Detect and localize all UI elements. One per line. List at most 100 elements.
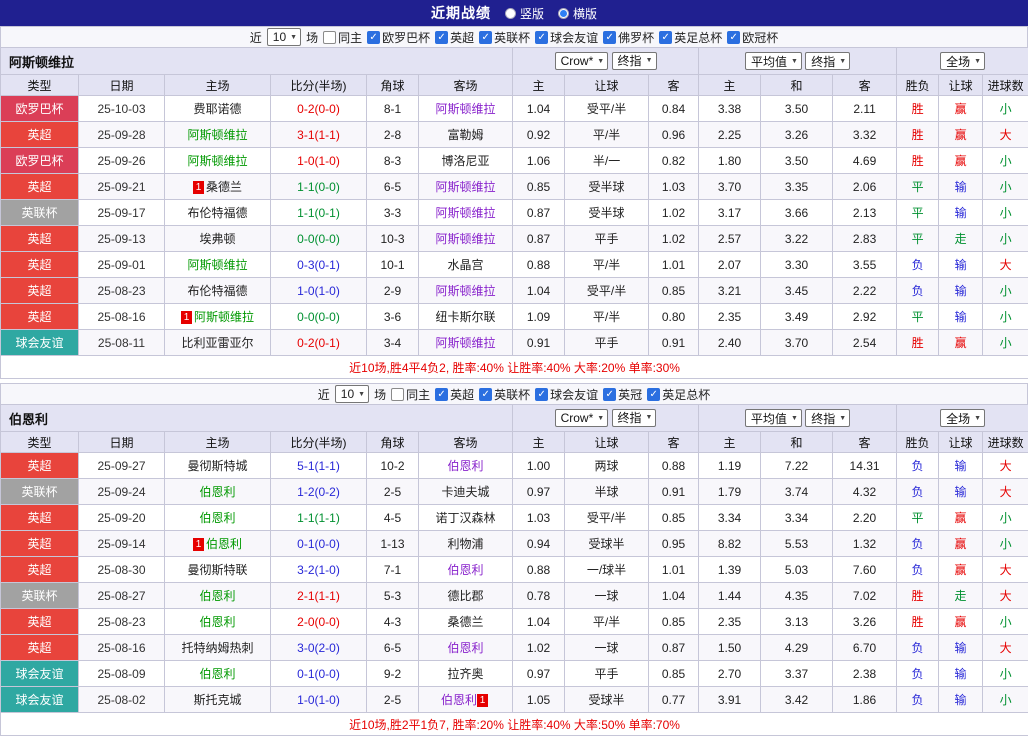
home-team-name[interactable]: 伯恩利 [165, 479, 271, 505]
match-score[interactable]: 0-1(0-0) [271, 661, 367, 687]
away-team-name[interactable]: 阿斯顿维拉 [419, 200, 513, 226]
away-team-name[interactable]: 纽卡斯尔联 [419, 304, 513, 330]
home-team-name[interactable]: 费耶诺德 [165, 96, 271, 122]
odds-time-select[interactable]: 终指▼ [612, 52, 657, 70]
match-score[interactable]: 2-0(0-0) [271, 609, 367, 635]
match-score[interactable]: 1-1(0-1) [271, 200, 367, 226]
result-winloss: 负 [897, 635, 939, 661]
home-team-name[interactable]: 伯恩利 [165, 661, 271, 687]
league-filter-checkbox[interactable]: ✓英联杯 [479, 29, 530, 46]
recent-count-select[interactable]: 10 ▼ [267, 28, 301, 46]
result-handicap: 输 [939, 687, 983, 713]
layout-radio-vertical[interactable]: 竖版 [505, 5, 544, 22]
result-goals: 大 [983, 583, 1028, 609]
chevron-down-icon: ▼ [791, 415, 798, 422]
europe-time-select[interactable]: 终指▼ [805, 52, 850, 70]
home-team-name[interactable]: 1伯恩利 [165, 531, 271, 557]
league-filter-checkbox[interactable]: ✓英超 [435, 29, 474, 46]
match-score[interactable]: 1-0(1-0) [271, 148, 367, 174]
away-team-name[interactable]: 阿斯顿维拉 [419, 174, 513, 200]
away-team-name[interactable]: 桑德兰 [419, 609, 513, 635]
layout-radio-horizontal[interactable]: 横版 [558, 5, 597, 22]
home-team-name[interactable]: 埃弗顿 [165, 226, 271, 252]
away-team-name[interactable]: 伯恩利 [419, 453, 513, 479]
home-team-name[interactable]: 托特纳姆热刺 [165, 635, 271, 661]
home-team-name[interactable]: 伯恩利 [165, 505, 271, 531]
average-select[interactable]: 平均值▼ [745, 409, 802, 427]
match-score[interactable]: 3-1(1-1) [271, 122, 367, 148]
team-name-text: 斯托克城 [193, 693, 241, 707]
same-home-checkbox[interactable]: 同主 [391, 386, 430, 403]
home-team-name[interactable]: 阿斯顿维拉 [165, 122, 271, 148]
home-team-name[interactable]: 布伦特福德 [165, 278, 271, 304]
scope-select[interactable]: 全场▼ [940, 409, 985, 427]
match-score[interactable]: 0-2(0-1) [271, 330, 367, 356]
away-team-name[interactable]: 富勒姆 [419, 122, 513, 148]
match-score[interactable]: 0-0(0-0) [271, 304, 367, 330]
home-team-name[interactable]: 斯托克城 [165, 687, 271, 713]
team-name-text: 伯恩利 [448, 459, 484, 473]
league-filter-checkbox[interactable]: ✓英足总杯 [647, 386, 710, 403]
home-team-name[interactable]: 伯恩利 [165, 609, 271, 635]
away-team-name[interactable]: 拉齐奥 [419, 661, 513, 687]
away-team-name[interactable]: 利物浦 [419, 531, 513, 557]
league-filter-checkbox[interactable]: ✓英超 [435, 386, 474, 403]
avg-home-odds: 1.44 [699, 583, 761, 609]
home-team-name[interactable]: 比利亚雷亚尔 [165, 330, 271, 356]
home-team-name[interactable]: 阿斯顿维拉 [165, 148, 271, 174]
league-filter-checkbox[interactable]: ✓欧冠杯 [727, 29, 778, 46]
match-score[interactable]: 5-1(1-1) [271, 453, 367, 479]
league-filter-checkbox[interactable]: ✓佛罗杯 [603, 29, 654, 46]
match-score[interactable]: 0-3(0-1) [271, 252, 367, 278]
europe-time-select[interactable]: 终指▼ [805, 409, 850, 427]
away-team-name[interactable]: 伯恩利 [419, 557, 513, 583]
home-team-name[interactable]: 曼彻斯特城 [165, 453, 271, 479]
match-score[interactable]: 3-2(1-0) [271, 557, 367, 583]
home-team-name[interactable]: 伯恩利 [165, 583, 271, 609]
home-team-name[interactable]: 阿斯顿维拉 [165, 252, 271, 278]
match-score[interactable]: 1-2(0-2) [271, 479, 367, 505]
home-team-name[interactable]: 1桑德兰 [165, 174, 271, 200]
bookmaker-select[interactable]: Crow*▼ [555, 52, 609, 70]
away-team-name[interactable]: 伯恩利1 [419, 687, 513, 713]
home-team-name[interactable]: 1阿斯顿维拉 [165, 304, 271, 330]
match-score[interactable]: 3-0(2-0) [271, 635, 367, 661]
away-team-name[interactable]: 德比郡 [419, 583, 513, 609]
away-team-name[interactable]: 阿斯顿维拉 [419, 96, 513, 122]
league-filter-checkbox[interactable]: ✓英联杯 [479, 386, 530, 403]
away-team-name[interactable]: 阿斯顿维拉 [419, 226, 513, 252]
league-filter-checkbox[interactable]: ✓欧罗巴杯 [367, 29, 430, 46]
match-score[interactable]: 2-1(1-1) [271, 583, 367, 609]
league-filter-checkbox[interactable]: ✓球会友谊 [535, 29, 598, 46]
match-score[interactable]: 1-1(0-0) [271, 174, 367, 200]
match-score[interactable]: 0-2(0-0) [271, 96, 367, 122]
away-team-name[interactable]: 卡迪夫城 [419, 479, 513, 505]
average-select[interactable]: 平均值▼ [745, 52, 802, 70]
bookmaker-select[interactable]: Crow*▼ [555, 409, 609, 427]
league-filter-checkbox[interactable]: ✓球会友谊 [535, 386, 598, 403]
odds-away: 0.91 [649, 479, 699, 505]
away-team-name[interactable]: 诺丁汉森林 [419, 505, 513, 531]
column-header: 让球 [565, 432, 649, 453]
match-score[interactable]: 0-0(0-0) [271, 226, 367, 252]
away-team-name[interactable]: 阿斯顿维拉 [419, 330, 513, 356]
home-team-name[interactable]: 曼彻斯特联 [165, 557, 271, 583]
home-team-name[interactable]: 布伦特福德 [165, 200, 271, 226]
match-score[interactable]: 1-0(1-0) [271, 278, 367, 304]
league-filter-checkbox[interactable]: ✓英足总杯 [659, 29, 722, 46]
recent-count-select[interactable]: 10 ▼ [335, 385, 369, 403]
odds-time-select[interactable]: 终指▼ [612, 409, 657, 427]
same-home-checkbox[interactable]: 同主 [323, 29, 362, 46]
scope-select[interactable]: 全场▼ [940, 52, 985, 70]
league-filter-checkbox[interactable]: ✓英冠 [603, 386, 642, 403]
odds-handicap: 一/球半 [565, 557, 649, 583]
checkbox-checked-icon: ✓ [659, 31, 672, 44]
away-team-name[interactable]: 伯恩利 [419, 635, 513, 661]
match-score[interactable]: 0-1(0-0) [271, 531, 367, 557]
away-team-name[interactable]: 博洛尼亚 [419, 148, 513, 174]
match-score[interactable]: 1-1(1-1) [271, 505, 367, 531]
match-score[interactable]: 1-0(1-0) [271, 687, 367, 713]
away-team-name[interactable]: 水晶宫 [419, 252, 513, 278]
away-team-name[interactable]: 阿斯顿维拉 [419, 278, 513, 304]
result-winloss: 负 [897, 687, 939, 713]
